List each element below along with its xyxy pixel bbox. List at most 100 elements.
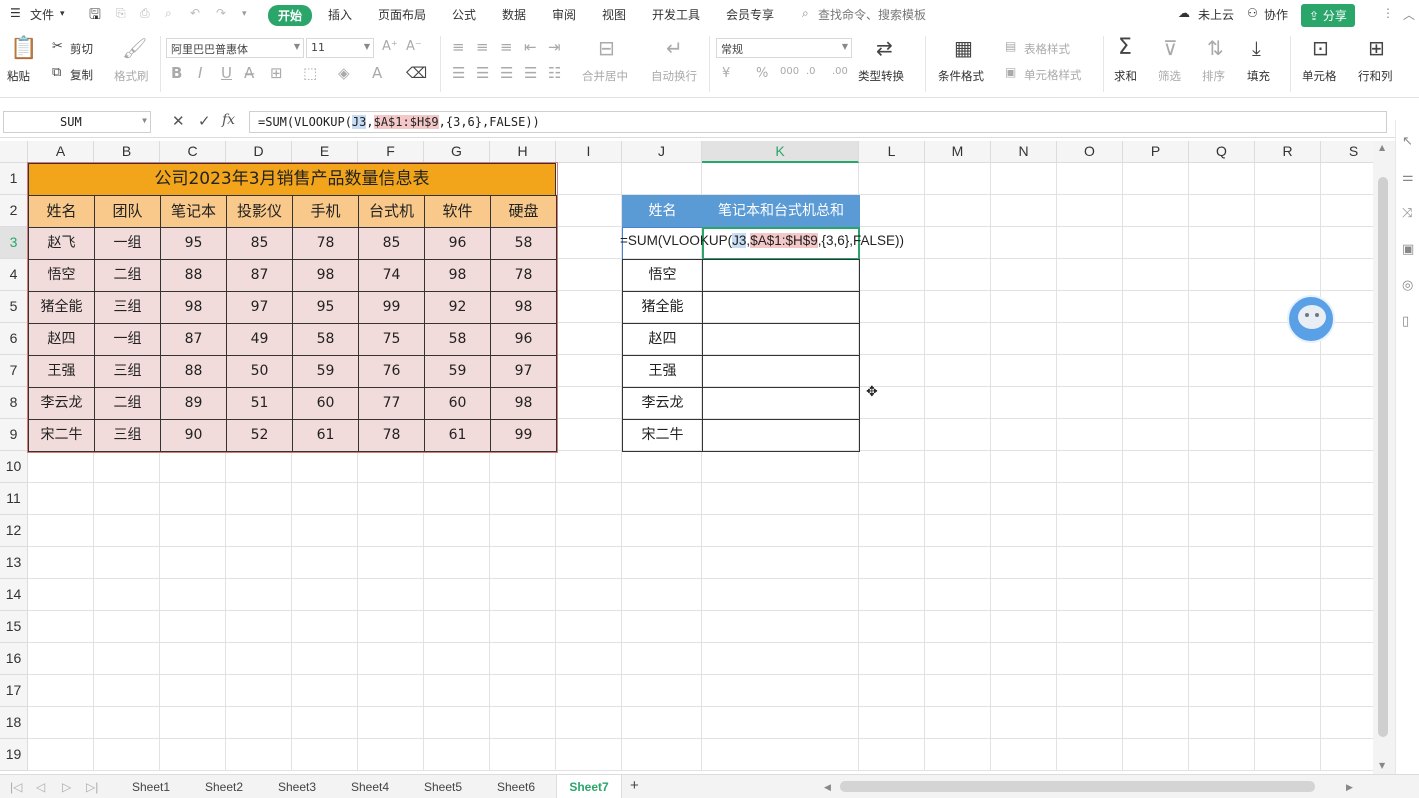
column-header[interactable]: F xyxy=(358,141,424,163)
grid-cell[interactable] xyxy=(1255,163,1321,195)
tab-review[interactable]: 审阅 xyxy=(552,6,576,23)
confirm-icon[interactable]: ✓ xyxy=(198,112,211,130)
grid-cell[interactable] xyxy=(1255,419,1321,451)
table-cell[interactable]: 猪全能 xyxy=(28,291,95,324)
grid-cell[interactable] xyxy=(556,515,622,547)
more-icon[interactable]: ⋮ xyxy=(1382,6,1394,20)
grid-cell[interactable] xyxy=(702,579,859,611)
grid-cell[interactable] xyxy=(424,579,490,611)
grid-cell[interactable] xyxy=(424,739,490,771)
grid-cell[interactable] xyxy=(859,643,925,675)
table-cell[interactable]: 85 xyxy=(226,227,293,260)
grid-cell[interactable] xyxy=(226,707,292,739)
row-header[interactable]: 12 xyxy=(0,515,28,547)
column-header[interactable]: M xyxy=(925,141,991,163)
sort-button[interactable]: 排序 xyxy=(1202,68,1225,84)
grid-cell[interactable] xyxy=(160,739,226,771)
grid-cell[interactable] xyxy=(1123,579,1189,611)
font-size-select[interactable]: 11 ▼ xyxy=(306,38,374,58)
grid-cell[interactable] xyxy=(925,163,991,195)
preview-icon[interactable]: ⌕ xyxy=(165,6,172,21)
font-color-icon[interactable]: A xyxy=(372,66,382,81)
redo-icon[interactable]: ↷ xyxy=(216,6,226,20)
grid-cell[interactable] xyxy=(1057,227,1123,259)
grid-cell[interactable] xyxy=(622,547,702,579)
table-cell[interactable]: 50 xyxy=(226,355,293,388)
table-cell[interactable]: 77 xyxy=(358,387,425,420)
table-cell[interactable]: 一组 xyxy=(94,227,161,260)
table-cell[interactable]: 96 xyxy=(490,323,557,356)
table-cell[interactable]: 悟空 xyxy=(28,259,95,292)
grid-cell[interactable] xyxy=(925,675,991,707)
grid-cell[interactable] xyxy=(292,515,358,547)
grid-cell[interactable] xyxy=(556,675,622,707)
grid-cell[interactable] xyxy=(292,451,358,483)
grid-cell[interactable] xyxy=(160,611,226,643)
row-header[interactable]: 10 xyxy=(0,451,28,483)
row-header[interactable]: 7 xyxy=(0,355,28,387)
grid-cell[interactable] xyxy=(925,451,991,483)
column-header[interactable]: G xyxy=(424,141,490,163)
grid-cell[interactable] xyxy=(490,707,556,739)
grid-cell[interactable] xyxy=(160,483,226,515)
grid-cell[interactable] xyxy=(1189,323,1255,355)
table-cell[interactable]: 95 xyxy=(292,291,359,324)
decrease-font-icon[interactable]: A⁻ xyxy=(406,40,422,53)
grid-cell[interactable] xyxy=(925,419,991,451)
grid-cell[interactable] xyxy=(292,675,358,707)
table-cell[interactable]: 98 xyxy=(424,259,491,292)
grid-cell[interactable] xyxy=(556,451,622,483)
hamburger-icon[interactable]: ☰ xyxy=(10,6,21,20)
grid-cell[interactable] xyxy=(226,611,292,643)
grid-cell[interactable] xyxy=(490,643,556,675)
grid-cell[interactable] xyxy=(556,547,622,579)
grid-cell[interactable] xyxy=(925,611,991,643)
grid-cell[interactable] xyxy=(1123,675,1189,707)
lookup-name-cell[interactable]: 猪全能 xyxy=(622,291,703,324)
grid-cell[interactable] xyxy=(702,739,859,771)
command-search-input[interactable]: 查找命令、搜索模板 xyxy=(818,6,926,23)
table-cell[interactable]: 宋二牛 xyxy=(28,419,95,452)
grid-cell[interactable] xyxy=(859,515,925,547)
filter-button[interactable]: 筛选 xyxy=(1158,68,1181,84)
merge-center-button[interactable]: 合并居中 xyxy=(582,68,628,84)
collab-button[interactable]: 协作 xyxy=(1264,6,1288,23)
grid-cell[interactable] xyxy=(1321,387,1373,419)
worksheet-grid[interactable]: A B C D E F G H I J K L M N O P Q R S 1 2 3 4 5 6 7 8 9 10 11 12 13 14 15… xyxy=(0,141,1373,774)
grid-cell[interactable] xyxy=(859,675,925,707)
grid-cell[interactable] xyxy=(991,739,1057,771)
sum-button[interactable]: 求和 xyxy=(1114,68,1137,84)
grid-cell[interactable] xyxy=(160,515,226,547)
horizontal-scroll-thumb[interactable] xyxy=(840,781,1315,792)
table-cell[interactable]: 赵飞 xyxy=(28,227,95,260)
chevron-down-icon[interactable]: ▾ xyxy=(242,9,247,19)
grid-cell[interactable] xyxy=(1255,227,1321,259)
grid-cell[interactable] xyxy=(226,739,292,771)
grid-cell[interactable] xyxy=(1123,195,1189,227)
tab-insert[interactable]: 插入 xyxy=(328,6,352,23)
row-header[interactable]: 17 xyxy=(0,675,28,707)
scroll-thumb[interactable] xyxy=(1378,177,1388,737)
table-cell[interactable]: 85 xyxy=(358,227,425,260)
tab-sheet2[interactable]: Sheet2 xyxy=(205,780,243,794)
grid-cell[interactable] xyxy=(1057,323,1123,355)
indent-increase-icon[interactable]: ⇥ xyxy=(548,40,561,55)
grid-cell[interactable] xyxy=(424,675,490,707)
collapse-icon[interactable]: ︿ xyxy=(1403,6,1415,23)
share-button[interactable]: ⇪ 分享 xyxy=(1301,4,1355,27)
grid-cell[interactable] xyxy=(702,675,859,707)
table-cell[interactable]: 二组 xyxy=(94,259,161,292)
grid-cell[interactable] xyxy=(991,355,1057,387)
cell-icon[interactable]: ⊡ xyxy=(1312,38,1329,58)
grid-cell[interactable] xyxy=(1189,547,1255,579)
grid-cell[interactable] xyxy=(1057,387,1123,419)
column-header[interactable]: O xyxy=(1057,141,1123,163)
grid-cell[interactable] xyxy=(702,643,859,675)
grid-cell[interactable] xyxy=(490,611,556,643)
type-convert-button[interactable]: 类型转换 xyxy=(858,68,904,84)
grid-cell[interactable] xyxy=(160,547,226,579)
table-cell[interactable]: 78 xyxy=(490,259,557,292)
grid-cell[interactable] xyxy=(1321,643,1373,675)
column-header[interactable]: I xyxy=(556,141,622,163)
grid-cell[interactable] xyxy=(991,227,1057,259)
